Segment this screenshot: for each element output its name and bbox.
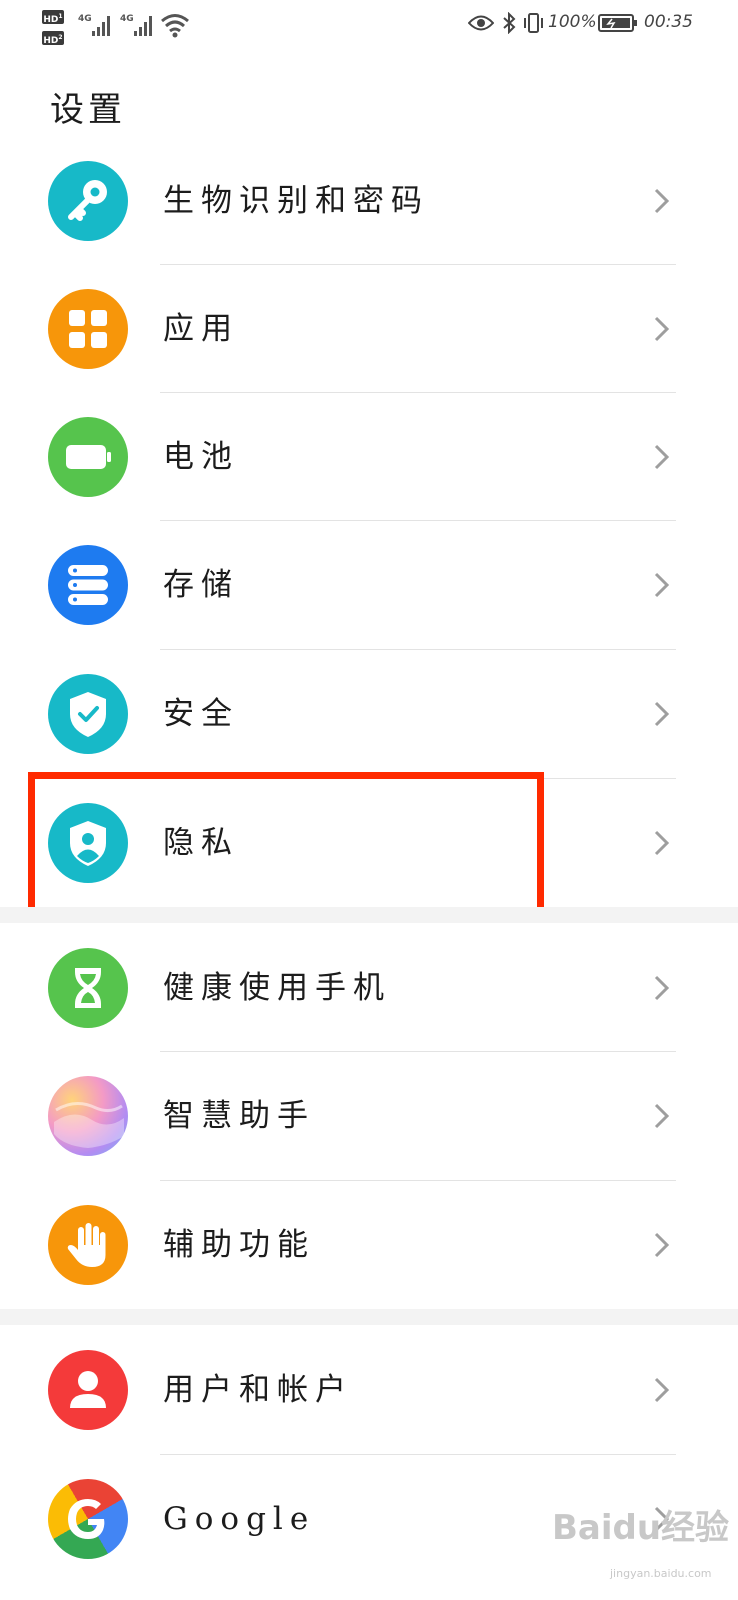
chevron-right-icon [654,444,670,470]
bluetooth-icon [503,12,516,34]
google-icon [48,1479,128,1559]
settings-item-users-accounts[interactable]: 用户和帐户 [0,1326,738,1454]
page-title: 设置 [50,90,126,130]
watermark: Baidu经验 [552,1508,730,1548]
hd-badge-1: HD1 [42,10,64,25]
chevron-right-icon [654,830,670,856]
settings-item-label: 应用 [163,311,239,347]
chevron-right-icon [654,188,670,214]
settings-item-battery[interactable]: 电池 [0,393,738,521]
settings-item-label: Google [163,1501,316,1537]
status-bar: HD1 HD2 4G 4G 100% 00:35 [0,0,738,56]
smart-assistant-icon [48,1076,128,1156]
sim1-network-type: 4G [78,14,92,24]
settings-item-smart-assistant[interactable]: 智慧助手 [0,1052,738,1180]
group-separator [0,1309,738,1325]
watermark-url: jingyan.baidu.com [610,1567,712,1580]
storage-icon [48,545,128,625]
user-icon [48,1350,128,1430]
group-separator [0,907,738,923]
chevron-right-icon [654,1377,670,1403]
shield-check-icon [48,674,128,754]
status-left: HD1 HD2 4G 4G [42,8,222,48]
chevron-right-icon [654,1232,670,1258]
highlight-box [28,772,544,920]
hd-badge-2: HD2 [42,31,64,46]
chevron-right-icon [654,975,670,1001]
apps-grid-icon [48,289,128,369]
settings-item-apps[interactable]: 应用 [0,265,738,393]
chevron-right-icon [654,316,670,342]
settings-item-label: 辅助功能 [163,1227,315,1263]
settings-item-label: 用户和帐户 [163,1372,353,1408]
battery-percent: 100% [548,12,597,32]
settings-item-label: 智慧助手 [163,1098,315,1134]
settings-item-label: 电池 [163,439,239,475]
clock: 00:35 [644,12,693,32]
settings-item-storage[interactable]: 存储 [0,521,738,649]
settings-item-label: 存储 [163,567,239,603]
chevron-right-icon [654,701,670,727]
hourglass-icon [48,948,128,1028]
battery-charging-icon [598,14,637,32]
eye-icon [468,15,494,31]
settings-item-digital-balance[interactable]: 健康使用手机 [0,924,738,1052]
status-right: 100% 00:35 [468,12,698,42]
settings-item-label: 生物识别和密码 [163,183,429,219]
wifi-icon [161,14,189,38]
settings-item-accessibility[interactable]: 辅助功能 [0,1181,738,1309]
battery-icon [48,417,128,497]
settings-item-biometrics[interactable]: 生物识别和密码 [0,137,738,265]
signal-icon [134,14,154,36]
settings-item-security[interactable]: 安全 [0,650,738,778]
signal-icon [92,14,112,36]
vibrate-icon [524,13,543,33]
hand-icon [48,1205,128,1285]
settings-item-label: 安全 [163,696,239,732]
chevron-right-icon [654,1103,670,1129]
key-icon [48,161,128,241]
chevron-right-icon [654,572,670,598]
settings-item-label: 健康使用手机 [163,970,391,1006]
sim2-network-type: 4G [120,14,134,24]
